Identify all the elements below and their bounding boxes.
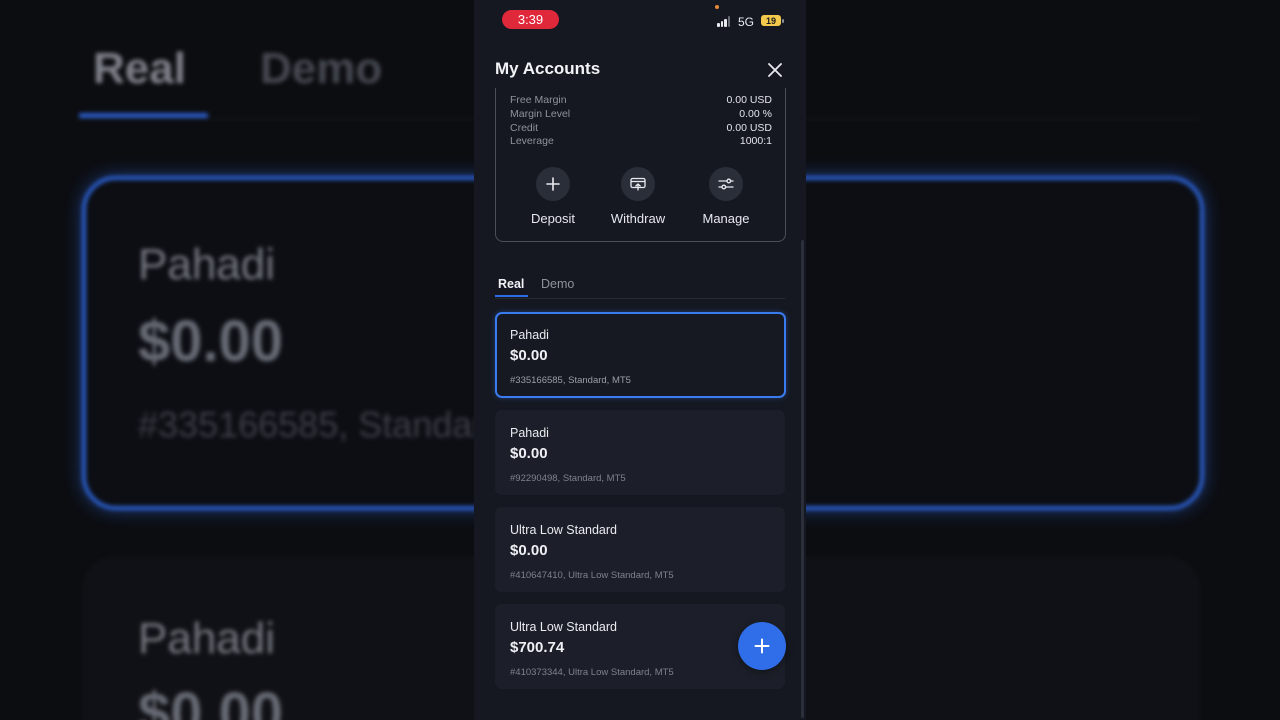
bg-account-name: Pahadi: [138, 614, 276, 663]
account-details: #410373344, Ultra Low Standard, MT5: [510, 667, 674, 678]
withdraw-button[interactable]: Withdraw: [598, 167, 678, 226]
scrollbar[interactable]: [801, 240, 804, 718]
status-bar: 3:39 5G 19: [474, 0, 806, 40]
detail-label: Free Margin: [510, 94, 567, 106]
bg-tab-demo: Demo: [260, 44, 383, 93]
detail-label: Credit: [510, 122, 539, 134]
withdraw-label: Withdraw: [610, 211, 666, 226]
detail-value: 1000:1: [739, 135, 772, 147]
plus-icon: [754, 638, 770, 654]
account-name: Pahadi: [510, 426, 549, 440]
active-tab-indicator: [495, 295, 528, 297]
battery-icon: 19: [761, 15, 781, 26]
withdraw-icon-circle: [621, 167, 655, 201]
detail-row-margin-level: Margin Level 0.00 %: [510, 108, 772, 120]
close-button[interactable]: [764, 59, 786, 81]
bg-account-balance: $0.00: [138, 681, 284, 720]
account-balance: $0.00: [510, 542, 548, 559]
page-title: My Accounts: [495, 59, 601, 78]
deposit-label: Deposit: [530, 211, 576, 226]
detail-value: 0.00 %: [739, 108, 772, 120]
account-card[interactable]: Pahadi $0.00 #92290498, Standard, MT5: [495, 410, 785, 495]
account-name: Ultra Low Standard: [510, 620, 618, 634]
tab-real[interactable]: Real: [498, 277, 524, 291]
tab-demo[interactable]: Demo: [541, 277, 574, 291]
network-label: 5G: [738, 15, 755, 29]
account-name: Pahadi: [510, 328, 549, 342]
close-icon: [768, 63, 782, 77]
account-balance: $0.00: [510, 445, 548, 462]
account-card[interactable]: Pahadi $0.00 #335166585, Standard, MT5: [495, 312, 786, 398]
account-summary-card: Free Margin 0.00 USD Margin Level 0.00 %…: [495, 88, 786, 242]
deposit-icon-circle: [536, 167, 570, 201]
detail-label: Leverage: [510, 135, 554, 147]
account-balance: $700.74: [510, 639, 565, 656]
sliders-icon: [718, 178, 734, 190]
account-name: Ultra Low Standard: [510, 523, 618, 537]
deposit-button[interactable]: Deposit: [513, 167, 593, 226]
detail-row-free-margin: Free Margin 0.00 USD: [510, 94, 772, 106]
manage-label: Manage: [702, 211, 750, 226]
status-time: 3:39: [502, 10, 559, 29]
manage-icon-circle: [709, 167, 743, 201]
account-type-tabs: Real Demo: [495, 276, 785, 299]
detail-row-credit: Credit 0.00 USD: [510, 122, 772, 134]
detail-value: 0.00 USD: [726, 94, 772, 106]
account-card[interactable]: Ultra Low Standard $0.00 #410647410, Ult…: [495, 507, 785, 592]
signal-icon: [717, 15, 731, 27]
phone-screen: 3:39 5G 19 My Accounts Free Margin 0.00 …: [474, 0, 806, 720]
detail-row-leverage: Leverage 1000:1: [510, 135, 772, 147]
bg-account-name: Pahadi: [138, 240, 276, 289]
withdraw-icon: [630, 177, 646, 191]
bg-account-balance: $0.00: [138, 309, 284, 374]
battery-tip: [782, 19, 784, 23]
add-account-button[interactable]: [738, 622, 786, 670]
detail-value: 0.00 USD: [726, 122, 772, 134]
account-balance: $0.00: [510, 347, 548, 364]
plus-icon: [546, 177, 560, 191]
account-details: #410647410, Ultra Low Standard, MT5: [510, 570, 674, 581]
bg-tab-real: Real: [93, 44, 186, 93]
manage-button[interactable]: Manage: [686, 167, 766, 226]
account-details: #92290498, Standard, MT5: [510, 473, 626, 484]
account-details: #335166585, Standard, MT5: [510, 375, 631, 386]
detail-label: Margin Level: [510, 108, 571, 120]
privacy-indicator: [715, 5, 719, 9]
